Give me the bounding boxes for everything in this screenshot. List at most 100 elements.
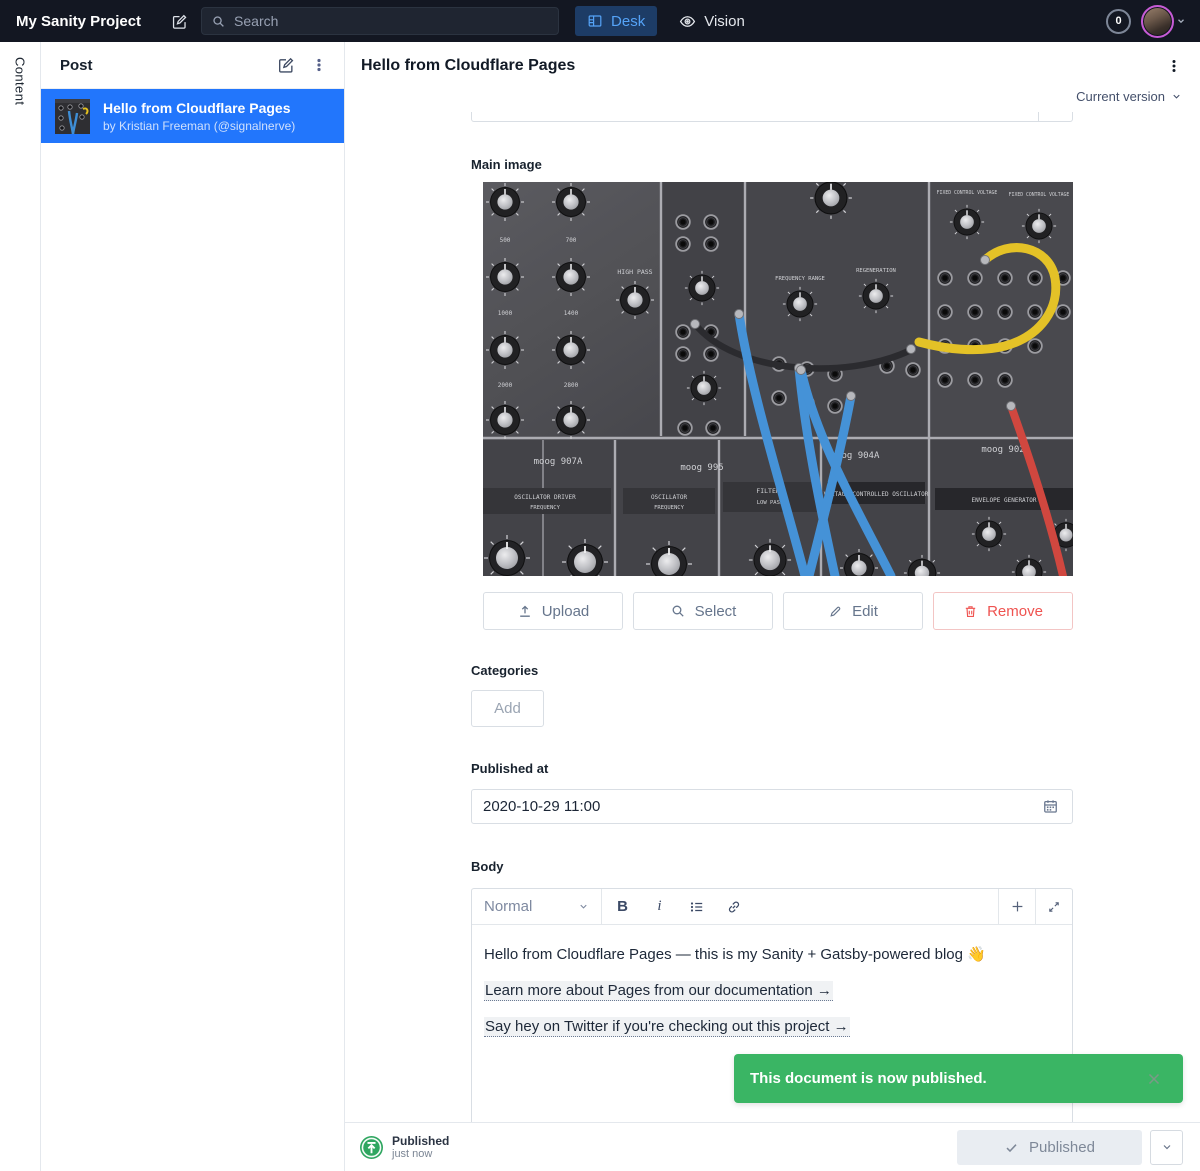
format-buttons: B i [602,889,998,924]
post-thumbnail [55,99,90,134]
global-search[interactable] [201,7,559,35]
publish-button[interactable]: Published [957,1130,1142,1165]
document-form: Main image [345,112,1200,1122]
trash-icon [963,604,978,619]
upload-button[interactable]: Upload [483,592,623,630]
toast-message: This document is now published. [750,1070,1141,1087]
publish-status-texts: Published just now [392,1134,449,1161]
pencil-icon [828,604,843,619]
chevron-down-icon [1161,1141,1173,1153]
fullscreen-button[interactable] [1035,889,1072,924]
editor-content[interactable]: Hello from Cloudflare Pages — this is my… [472,925,1072,1037]
toast-close-button[interactable] [1141,1066,1167,1092]
publish-button-label: Published [1029,1139,1095,1156]
workspace: Content Post [0,42,1200,1171]
link-icon [726,899,742,915]
content-rail[interactable]: Content [0,42,41,1171]
create-post-button[interactable] [273,52,299,78]
document-title: Hello from Cloudflare Pages [361,57,575,75]
post-panel-title: Post [60,57,273,74]
categories-label: Categories [471,663,538,678]
insert-block-button[interactable] [998,889,1035,924]
kebab-menu-icon [311,57,327,73]
upload-label: Upload [542,603,590,620]
expand-icon [1047,900,1061,914]
list-item[interactable]: Hello from Cloudflare Pages by Kristian … [41,89,344,143]
body-link-twitter[interactable]: Say hey on Twitter if you're checking ou… [484,1017,850,1037]
list-item-texts: Hello from Cloudflare Pages by Kristian … [103,100,295,133]
check-icon [1004,1140,1019,1155]
select-button[interactable]: Select [633,592,773,630]
document-menu-button[interactable] [1162,54,1186,78]
tab-vision-label: Vision [704,13,745,30]
published-icon [360,1136,383,1159]
tab-vision[interactable]: Vision [667,6,757,36]
list-item-subtitle: by Kristian Freeman (@signalnerve) [103,119,295,133]
avatar [1141,5,1174,38]
link-button[interactable] [715,889,752,924]
user-menu-button[interactable] [1141,5,1186,38]
bullet-list-icon [689,899,705,915]
presence-count: 0 [1115,15,1121,27]
cut-off-field[interactable] [471,112,1073,122]
edit-label: Edit [852,603,878,620]
presence-badge[interactable]: 0 [1106,9,1131,34]
plus-icon [1010,899,1025,914]
publish-toast: This document is now published. [734,1054,1183,1103]
published-at-label: Published at [471,761,548,776]
document-footer: Published just now Published [345,1122,1200,1171]
bullet-list-button[interactable] [678,889,715,924]
search-input[interactable] [234,13,549,29]
kebab-menu-icon [1166,58,1182,74]
synthesizer-photo: 500 700 1000 1400 2000 2800 HIGH PASS mo… [483,182,1073,576]
publish-status-chip[interactable]: Published just now [360,1134,449,1161]
body-label: Body [471,859,504,874]
remove-label: Remove [987,603,1043,620]
document-header: Hello from Cloudflare Pages Current vers… [345,42,1200,112]
italic-button[interactable]: i [641,889,678,924]
version-selector[interactable]: Current version [1076,89,1182,104]
publish-status-title: Published [392,1134,449,1148]
calendar-button[interactable] [1040,796,1061,817]
edit-button[interactable]: Edit [783,592,923,630]
chevron-down-icon [578,901,589,912]
upload-icon [517,603,533,619]
post-panel-header: Post [41,42,344,89]
style-select[interactable]: Normal [472,889,602,924]
list-item-title: Hello from Cloudflare Pages [103,100,295,117]
publish-menu-button[interactable] [1150,1130,1183,1165]
bold-button[interactable]: B [604,889,641,924]
content-rail-label: Content [13,57,28,1171]
main-image-preview[interactable]: 500 700 1000 1400 2000 2800 HIGH PASS mo… [483,182,1073,576]
chevron-down-icon [1171,91,1182,102]
sanity-studio-app: My Sanity Project Desk Visi [0,0,1200,1171]
search-icon [670,603,686,619]
document-pane: Hello from Cloudflare Pages Current vers… [345,42,1200,1171]
tab-desk-label: Desk [611,13,645,30]
main-image-label: Main image [471,157,542,172]
body-paragraph: Hello from Cloudflare Pages — this is my… [484,944,1060,965]
new-document-button[interactable] [171,13,188,30]
search-icon [211,14,226,29]
body-link-documentation[interactable]: Learn more about Pages from our document… [484,981,833,1001]
remove-button[interactable]: Remove [933,592,1073,630]
tab-desk[interactable]: Desk [575,6,657,36]
style-select-value: Normal [484,898,532,915]
eye-icon [679,13,696,30]
published-at-field [471,789,1073,824]
tool-tabs: Desk Vision [575,6,757,36]
navbar: My Sanity Project Desk Visi [0,0,1200,42]
desk-icon [587,13,603,29]
close-icon [1145,1070,1163,1088]
published-at-input[interactable] [483,798,1040,815]
select-label: Select [695,603,737,620]
image-actions: Upload Select Edit [483,592,1073,630]
calendar-icon [1042,798,1059,815]
compose-icon [171,13,188,30]
post-list-panel: Post Hello from Cloudflare Pages [41,42,345,1171]
publish-status-time: just now [392,1148,449,1161]
add-category-button[interactable]: Add [471,690,544,727]
version-label: Current version [1076,89,1165,104]
compose-icon [277,56,295,74]
post-panel-menu-button[interactable] [307,53,331,77]
